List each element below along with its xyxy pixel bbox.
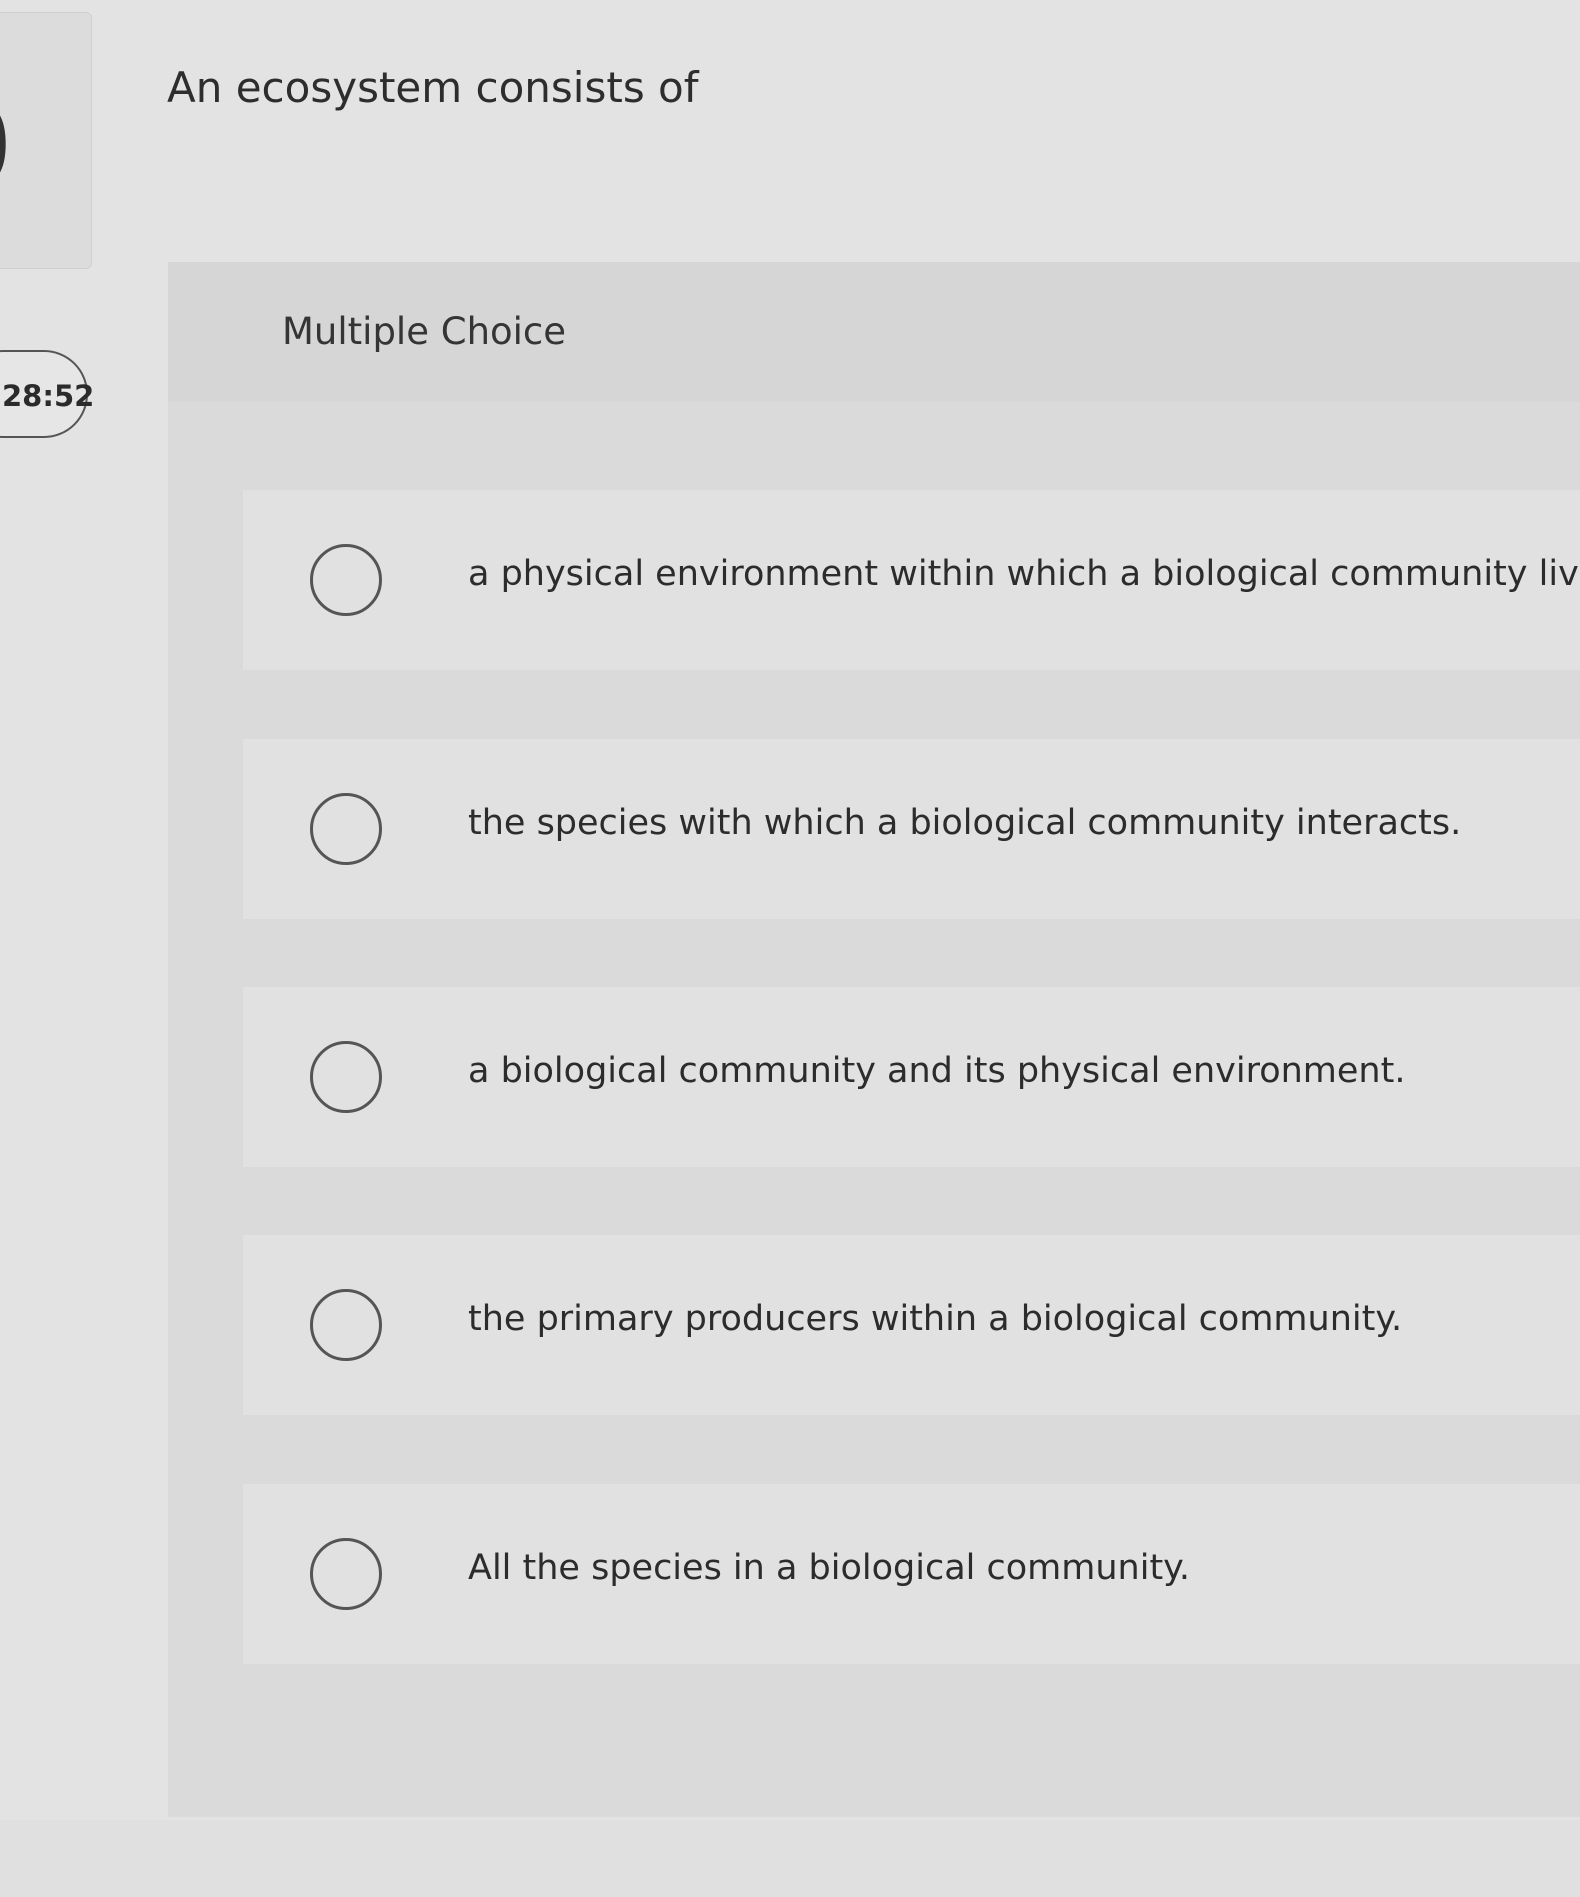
radio-button[interactable] (310, 544, 382, 616)
choice-option[interactable]: the primary producers within a biologica… (243, 1235, 1580, 1415)
choice-label: a biological community and its physical … (468, 1051, 1406, 1091)
radio-button[interactable] (310, 1289, 382, 1361)
question-type-label: Multiple Choice (282, 310, 567, 353)
bottom-shade (0, 1820, 1580, 1897)
question-number: 0 (0, 91, 13, 201)
answer-panel: Multiple Choice a physical environment w… (168, 262, 1580, 1817)
choice-option[interactable]: a physical environment within which a bi… (243, 490, 1580, 670)
timer-text: 28:52 (2, 379, 95, 413)
panel-header: Multiple Choice (168, 262, 1580, 402)
radio-button[interactable] (310, 793, 382, 865)
radio-button[interactable] (310, 1041, 382, 1113)
choice-option[interactable]: the species with which a biological comm… (243, 739, 1580, 919)
choice-option[interactable]: All the species in a biological communit… (243, 1484, 1580, 1664)
choice-label: a physical environment within which a bi… (468, 554, 1580, 594)
question-prompt: An ecosystem consists of (167, 63, 699, 112)
question-number-card: 0 (0, 12, 92, 269)
timer-pill: 28:52 (0, 350, 94, 438)
choice-label: the primary producers within a biologica… (468, 1299, 1403, 1339)
choice-option[interactable]: a biological community and its physical … (243, 987, 1580, 1167)
choice-label: All the species in a biological communit… (468, 1548, 1191, 1588)
radio-button[interactable] (310, 1538, 382, 1610)
choice-label: the species with which a biological comm… (468, 803, 1462, 843)
